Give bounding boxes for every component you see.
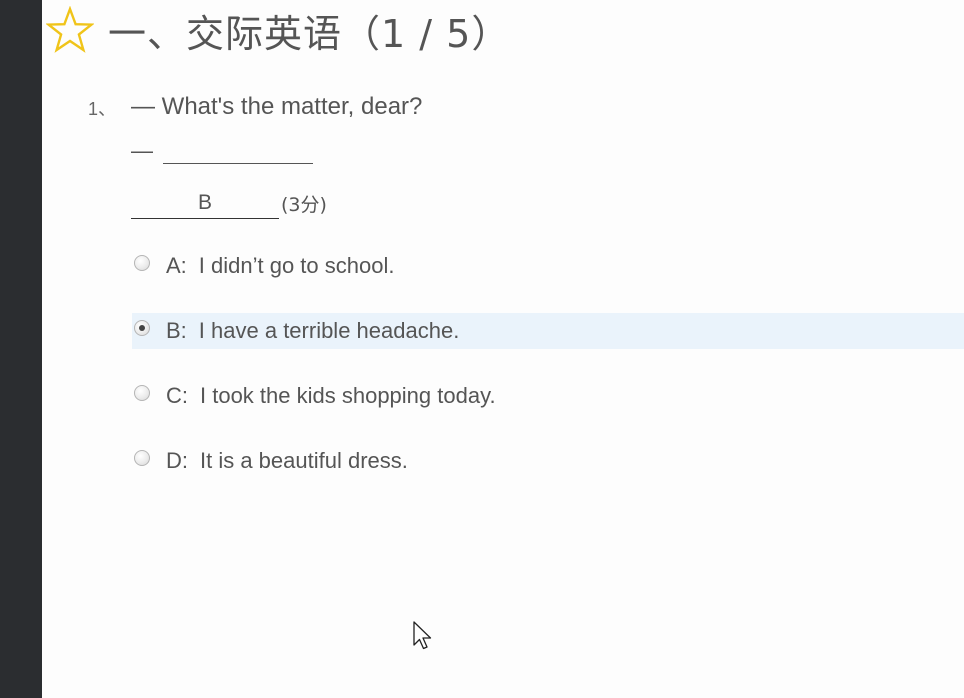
option-letter: D: [166,448,188,473]
answer-row: B (3分) [131,188,327,219]
radio-button[interactable] [134,385,150,401]
section-header: 一、交际英语（1 / 5） [45,5,510,56]
option-text: I have a terrible headache. [198,318,460,343]
option-c[interactable]: C: I took the kids shopping today. [132,378,964,414]
radio-button[interactable] [134,450,150,466]
dash-prefix: — [131,138,153,163]
fill-blank [163,141,313,164]
option-letter: C: [166,383,188,408]
exam-content: 一、交际英语（1 / 5） 1、 — What's the matter, de… [42,0,964,698]
left-dark-panel [0,0,42,698]
question-response-line: — [131,138,313,164]
option-a[interactable]: A: I didn’t go to school. [132,248,964,284]
option-letter: B: [166,318,187,343]
section-title: 一、交际英语（1 / 5） [108,11,511,56]
star-outline-icon[interactable] [45,5,95,54]
radio-button[interactable] [134,255,150,271]
selected-answer: B [131,188,279,219]
option-b[interactable]: B: I have a terrible headache. [132,313,964,349]
option-d[interactable]: D: It is a beautiful dress. [132,443,964,479]
option-text: It is a beautiful dress. [200,448,408,473]
mouse-pointer-icon [412,621,434,651]
option-letter: A: [166,253,187,278]
option-text: I didn’t go to school. [198,253,395,278]
question-score: (3分) [281,194,327,216]
radio-button-checked[interactable] [134,320,150,336]
option-text: I took the kids shopping today. [200,383,496,408]
question-number: 1、 [88,99,117,119]
question-prompt: — What's the matter, dear? [131,93,423,120]
